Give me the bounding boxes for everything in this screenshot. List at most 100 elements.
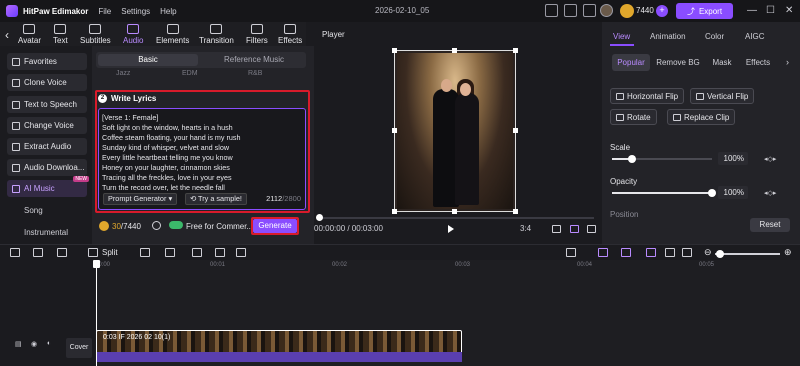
aspect-ratio-select[interactable]: 3:4	[520, 224, 531, 233]
chevron-left-icon[interactable]: ‹	[5, 28, 9, 42]
replace-clip-button[interactable]: Replace Clip	[667, 109, 736, 125]
video-preview[interactable]	[394, 50, 516, 212]
mirror-icon[interactable]	[215, 248, 225, 257]
resize-handle[interactable]	[452, 48, 457, 53]
zoom-in-icon[interactable]: ⊕	[784, 247, 792, 258]
free-commercial-toggle[interactable]	[169, 221, 183, 229]
sidebar-sub-instrumental[interactable]: Instrumental	[24, 228, 68, 237]
prompt-generator-dropdown[interactable]: Prompt Generator ▾	[103, 193, 178, 205]
delete-icon[interactable]	[57, 248, 67, 257]
tool-elements[interactable]: Elements	[156, 22, 189, 46]
menu-file[interactable]: File	[98, 7, 111, 16]
track-icon[interactable]	[665, 248, 675, 257]
generate-button[interactable]: Generate	[253, 219, 297, 233]
maximize-icon[interactable]: ☐	[766, 5, 775, 16]
playhead[interactable]	[96, 260, 97, 366]
scale-slider-handle[interactable]	[628, 155, 636, 163]
menu-help[interactable]: Help	[160, 7, 176, 16]
sidebar-item-text-to-speech[interactable]: Text to Speech	[7, 96, 87, 113]
tab-animation[interactable]: Animation	[650, 32, 686, 41]
reset-button[interactable]: Reset	[750, 218, 790, 232]
eye-icon[interactable]: ◉	[31, 340, 37, 348]
fullscreen-icon[interactable]	[587, 225, 596, 233]
opacity-slider-handle[interactable]	[708, 189, 716, 197]
scissors-icon[interactable]	[88, 248, 98, 257]
subtab-remove-bg[interactable]: Remove BG	[654, 54, 702, 71]
crop-icon[interactable]	[140, 248, 150, 257]
opacity-value-input[interactable]: 100%	[718, 186, 748, 199]
screen-icon[interactable]	[545, 4, 558, 17]
avatar[interactable]	[600, 4, 613, 17]
resize-handle[interactable]	[513, 128, 518, 133]
sidebar-item-audio-download[interactable]: Audio Downloa...	[7, 159, 87, 176]
subtab-mask[interactable]: Mask	[706, 54, 738, 71]
sidebar-item-clone-voice[interactable]: Clone Voice	[7, 74, 87, 91]
resize-handle[interactable]	[513, 209, 518, 214]
genre-chip[interactable]: EDM	[182, 70, 198, 77]
tool-subtitles[interactable]: Subtitles	[80, 22, 111, 46]
tab-reference-music[interactable]: Reference Music	[204, 54, 304, 66]
sidebar-item-extract-audio[interactable]: Extract Audio	[7, 138, 87, 155]
tab-view[interactable]: View	[613, 32, 630, 41]
fit-icon[interactable]	[682, 248, 692, 257]
tool-effects[interactable]: Effects	[278, 22, 302, 46]
subtab-effects[interactable]: Effects	[740, 54, 776, 71]
sidebar-item-favorites[interactable]: Favorites	[7, 53, 87, 70]
resize-handle[interactable]	[392, 209, 397, 214]
refresh-icon[interactable]	[152, 221, 161, 230]
undo-icon[interactable]	[10, 248, 20, 257]
resize-handle[interactable]	[392, 48, 397, 53]
sidebar-item-ai-music[interactable]: AI Music NEW	[7, 176, 89, 197]
magnet-icon[interactable]	[621, 248, 631, 257]
save-icon[interactable]	[564, 4, 577, 17]
split-button[interactable]: Split	[102, 248, 118, 257]
vertical-flip-button[interactable]: Vertical Flip	[690, 88, 755, 104]
tool-text[interactable]: Text	[53, 22, 68, 46]
scale-value-input[interactable]: 100%	[718, 152, 748, 165]
minimize-icon[interactable]: —	[747, 5, 757, 16]
tool-avatar[interactable]: Avatar	[18, 22, 41, 46]
freeze-icon[interactable]	[236, 248, 246, 257]
export-button[interactable]: ⤴ Export	[676, 3, 733, 19]
chevron-right-icon[interactable]: ›	[786, 57, 789, 67]
menu-settings[interactable]: Settings	[121, 7, 150, 16]
tab-aigc[interactable]: AIGC	[745, 32, 765, 41]
resize-handle[interactable]	[452, 209, 457, 214]
snap-icon[interactable]	[646, 248, 656, 257]
tool-filters[interactable]: Filters	[246, 22, 268, 46]
zoom-out-icon[interactable]: ⊖	[704, 247, 712, 258]
keyframe-icon[interactable]: ◂◇▸	[764, 189, 776, 197]
lock-icon[interactable]: ▤	[15, 340, 22, 348]
lyrics-textarea[interactable]: [Verse 1: Female] Soft light on the wind…	[98, 108, 306, 210]
subtab-popular[interactable]: Popular	[612, 54, 650, 71]
horizontal-flip-button[interactable]: Horizontal Flip	[610, 88, 685, 104]
link-icon[interactable]	[598, 248, 608, 257]
tool-transition[interactable]: Transition	[199, 22, 234, 46]
tool-audio[interactable]: Audio	[123, 22, 143, 46]
grid-icon[interactable]	[570, 225, 579, 233]
keyframe-icon[interactable]: ◂◇▸	[764, 155, 776, 163]
genre-chip[interactable]: R&B	[248, 70, 262, 77]
zoom-slider[interactable]	[715, 253, 780, 255]
tab-color[interactable]: Color	[705, 32, 724, 41]
try-sample-button[interactable]: ⟲ Try a sample!	[185, 193, 247, 205]
layout-icon[interactable]	[583, 4, 596, 17]
speed-icon[interactable]	[192, 248, 202, 257]
zoom-slider-handle[interactable]	[716, 250, 724, 258]
close-icon[interactable]: ✕	[785, 5, 793, 16]
play-icon[interactable]	[448, 225, 454, 233]
playback-scrubber[interactable]	[318, 217, 594, 219]
add-credits-button[interactable]: +	[656, 5, 668, 17]
snapshot-icon[interactable]	[552, 225, 561, 233]
mute-icon[interactable]: ◐	[47, 340, 51, 347]
sidebar-item-change-voice[interactable]: Change Voice	[7, 117, 87, 134]
text-tool-icon[interactable]	[165, 248, 175, 257]
resize-handle[interactable]	[392, 128, 397, 133]
cover-button[interactable]: Cover	[66, 338, 92, 358]
playhead-handle[interactable]	[93, 260, 100, 268]
resize-handle[interactable]	[513, 48, 518, 53]
microphone-icon[interactable]	[566, 248, 576, 257]
sidebar-sub-song[interactable]: Song	[24, 206, 43, 215]
rotate-button[interactable]: Rotate	[610, 109, 657, 125]
scrubber-handle[interactable]	[316, 214, 323, 221]
